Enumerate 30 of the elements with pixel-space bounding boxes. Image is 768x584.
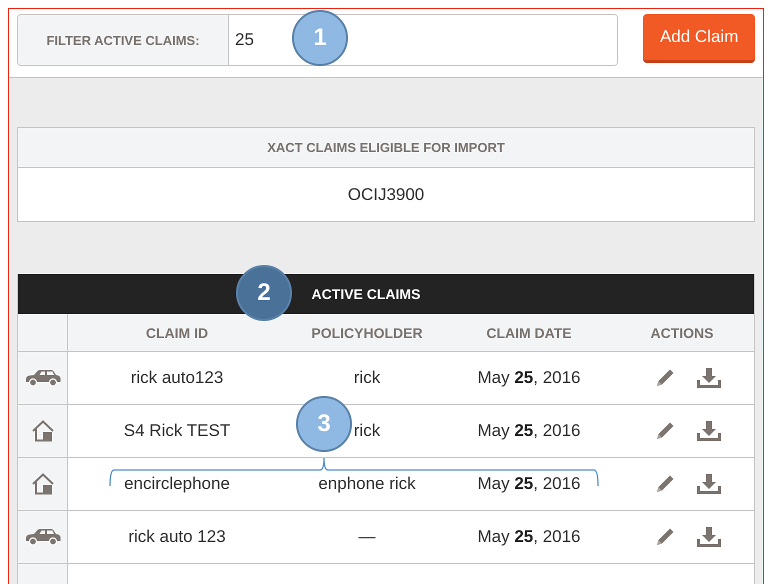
house-icon bbox=[30, 419, 54, 443]
column-header: CLAIM ID bbox=[68, 314, 286, 352]
pencil-icon[interactable] bbox=[654, 473, 676, 495]
pencil-icon[interactable] bbox=[654, 367, 676, 389]
download-icon[interactable] bbox=[696, 526, 722, 548]
claim-id-cell: rick auto123 bbox=[68, 352, 286, 405]
claim-date-cell: May 25, 2016 bbox=[477, 421, 581, 441]
car-icon bbox=[24, 369, 62, 387]
house-icon bbox=[30, 472, 54, 496]
claim-id-cell: encirclephone bbox=[68, 458, 286, 511]
policyholder-cell: — bbox=[286, 511, 448, 564]
table-title: ACTIVE CLAIMS bbox=[312, 286, 420, 302]
filter-label: FILTER ACTIVE CLAIMS: bbox=[18, 15, 229, 65]
download-icon[interactable] bbox=[696, 367, 722, 389]
claim-date-cell: May 25, 2016 bbox=[477, 527, 581, 547]
download-icon[interactable] bbox=[696, 473, 722, 495]
column-header: ACTIONS bbox=[610, 314, 754, 352]
claim-date-cell: May 25, 2016 bbox=[477, 368, 581, 388]
car-icon bbox=[24, 528, 62, 546]
policyholder-cell: enphone rick bbox=[286, 458, 448, 511]
column-header: POLICYHOLDER bbox=[286, 314, 448, 352]
pencil-icon[interactable] bbox=[654, 526, 676, 548]
download-icon[interactable] bbox=[696, 420, 722, 442]
import-claim-item[interactable]: OCIJ3900 bbox=[18, 168, 754, 221]
claim-id-cell: S4 Rick TEST bbox=[68, 405, 286, 458]
pencil-icon[interactable] bbox=[654, 420, 676, 442]
panel-title: XACT CLAIMS ELIGIBLE FOR IMPORT bbox=[267, 140, 505, 155]
claim-date-cell: May 25, 2016 bbox=[477, 474, 581, 494]
claim-id-cell: rick auto 123 bbox=[68, 511, 286, 564]
column-header: CLAIM DATE bbox=[448, 314, 610, 352]
